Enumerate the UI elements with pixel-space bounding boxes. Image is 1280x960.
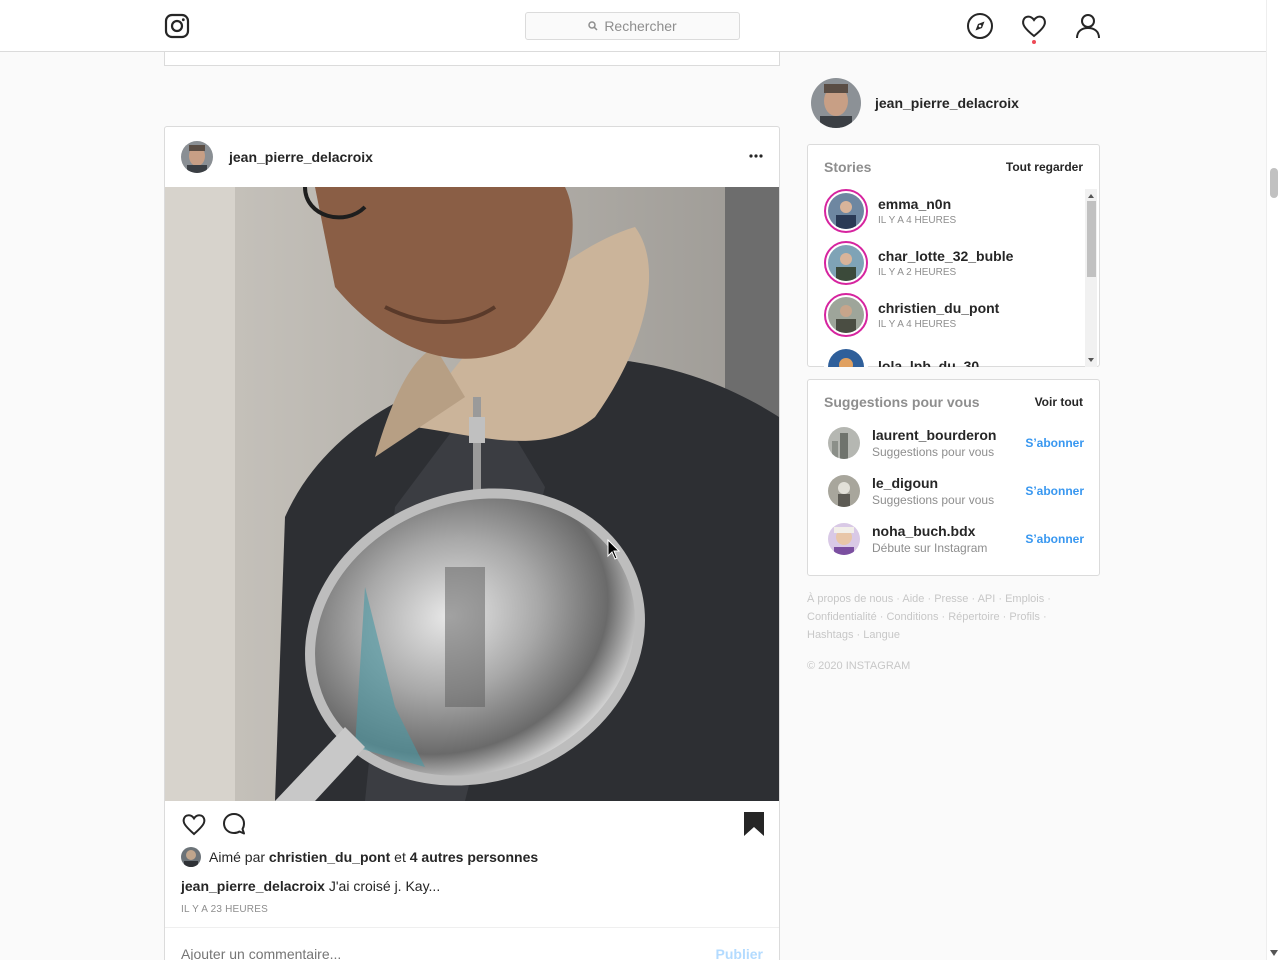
compass-icon[interactable] (966, 12, 994, 40)
caption-username[interactable]: jean_pierre_delacroix (181, 878, 325, 894)
copyright: © 2020 INSTAGRAM (807, 660, 911, 672)
footer-line[interactable]: Hashtags · Langue (807, 626, 1067, 644)
suggestion-item: le_digoun Suggestions pour vous S’abonner (828, 475, 1084, 507)
scroll-down-icon[interactable] (1270, 950, 1278, 956)
story-username: emma_n0n (878, 196, 952, 212)
liked-and: et (394, 849, 406, 865)
page-scrollbar[interactable] (1266, 0, 1280, 960)
follow-button[interactable]: S’abonner (1025, 532, 1084, 546)
suggestions-title: Suggestions pour vous (824, 394, 980, 410)
search-icon (588, 21, 598, 31)
scroll-up-icon[interactable] (1085, 191, 1097, 201)
heart-icon[interactable] (1020, 12, 1048, 40)
liker-avatar[interactable] (181, 847, 201, 867)
suggestion-item: laurent_bourderon Suggestions pour vous S… (828, 427, 1084, 459)
view-all-suggestions-link[interactable]: Voir tout (1035, 395, 1083, 409)
page-scroll-thumb[interactable] (1270, 168, 1278, 198)
notification-dot (1032, 40, 1036, 44)
post-actions (165, 801, 779, 849)
like-heart-icon[interactable] (181, 811, 207, 837)
stories-panel: Stories Tout regarder emma_n0n IL Y A 4 H… (807, 144, 1100, 367)
avatar[interactable] (811, 78, 861, 128)
story-item[interactable]: christien_du_pont IL Y A 4 HEURES (824, 293, 999, 337)
suggestion-username[interactable]: noha_buch.bdx (872, 523, 1025, 539)
search-input[interactable]: Rechercher (525, 12, 740, 40)
story-ring (824, 241, 868, 285)
stories-header: Stories Tout regarder (808, 145, 1099, 189)
avatar (828, 297, 864, 333)
liked-prefix: Aimé par (209, 849, 266, 865)
stories-list[interactable]: emma_n0n IL Y A 4 HEURES char_lotte_32_bu… (808, 189, 1099, 367)
caption-text: J'ai croisé j. Kay... (328, 878, 441, 894)
post-photo[interactable] (165, 187, 779, 801)
search-placeholder: Rechercher (604, 18, 677, 34)
story-username: char_lotte_32_buble (878, 248, 1014, 264)
suggestion-username[interactable]: le_digoun (872, 475, 1025, 491)
more-options-icon[interactable] (749, 149, 763, 163)
publish-button[interactable]: Publier (716, 946, 763, 960)
post-caption: jean_pierre_delacroix J'ai croisé j. Kay… (181, 878, 440, 894)
avatar[interactable] (828, 523, 860, 555)
story-time: IL Y A 2 HEURES (878, 267, 957, 278)
story-item[interactable]: emma_n0n IL Y A 4 HEURES (824, 189, 956, 233)
avatar[interactable] (828, 475, 860, 507)
suggestion-username[interactable]: laurent_bourderon (872, 427, 1025, 443)
post-header: jean_pierre_delacroix (165, 127, 779, 187)
liked-user[interactable]: christien_du_pont (269, 849, 390, 865)
story-time: IL Y A 4 HEURES (878, 215, 957, 226)
bookmark-icon[interactable] (741, 811, 767, 837)
story-time: IL Y A 4 HEURES (878, 319, 957, 330)
follow-button[interactable]: S’abonner (1025, 436, 1084, 450)
scroll-down-icon[interactable] (1085, 355, 1097, 365)
avatar[interactable] (181, 141, 213, 173)
post-username[interactable]: jean_pierre_delacroix (229, 149, 373, 165)
story-ring (824, 293, 868, 337)
stories-title: Stories (824, 159, 872, 175)
comment-icon[interactable] (221, 811, 247, 837)
view-all-stories-link[interactable]: Tout regarder (1006, 160, 1083, 174)
suggestion-reason: Suggestions pour vous (872, 445, 995, 459)
avatar (828, 349, 864, 367)
feed-post: jean_pierre_delacroix Aimé par christien… (164, 126, 780, 960)
mouse-cursor-icon (607, 538, 621, 566)
liked-by: Aimé par christien_du_pont et 4 autres p… (181, 847, 538, 867)
story-ring (824, 345, 868, 367)
footer-line[interactable]: À propos de nous · Aide · Presse · API ·… (807, 590, 1067, 608)
post-timestamp[interactable]: IL Y A 23 HEURES (181, 904, 268, 915)
suggestion-reason: Débute sur Instagram (872, 541, 988, 555)
current-user: jean_pierre_delacroix (811, 78, 1019, 128)
avatar (828, 245, 864, 281)
profile-icon[interactable] (1074, 12, 1102, 40)
story-username: christien_du_pont (878, 300, 1000, 316)
footer-line[interactable]: Confidentialité · Conditions · Répertoir… (807, 608, 1067, 626)
current-username[interactable]: jean_pierre_delacroix (875, 95, 1019, 111)
follow-button[interactable]: S’abonner (1025, 484, 1084, 498)
instagram-logo-icon[interactable] (164, 13, 190, 39)
liked-others[interactable]: 4 autres personnes (410, 849, 538, 865)
suggestion-reason: Suggestions pour vous (872, 493, 995, 507)
top-navigation: Rechercher (0, 0, 1266, 52)
stories-scroll-thumb[interactable] (1087, 201, 1096, 277)
story-item[interactable]: char_lotte_32_buble IL Y A 2 HEURES (824, 241, 1013, 285)
story-item[interactable]: lola_lpb_du_30 (824, 345, 979, 367)
suggestions-panel: Suggestions pour vous Voir tout laurent_… (807, 379, 1100, 576)
avatar[interactable] (828, 427, 860, 459)
story-username: lola_lpb_du_30 (878, 357, 980, 368)
suggestion-item: noha_buch.bdx Débute sur Instagram S’abon… (828, 523, 1084, 555)
comment-bar: Publier (165, 927, 779, 960)
suggestions-header: Suggestions pour vous Voir tout (808, 380, 1099, 424)
avatar (828, 193, 864, 229)
comment-input[interactable] (181, 946, 661, 960)
story-ring (824, 189, 868, 233)
footer-links[interactable]: À propos de nous · Aide · Presse · API ·… (807, 590, 1067, 644)
stories-scrollbar[interactable] (1085, 189, 1097, 367)
